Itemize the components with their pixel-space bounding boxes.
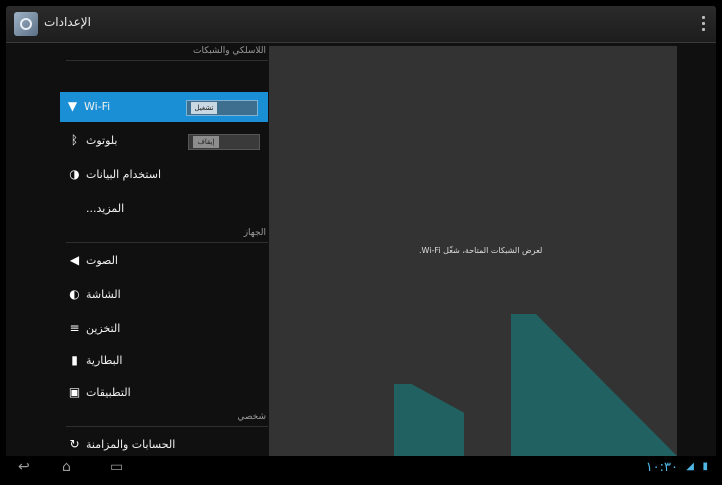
wallpaper-shape <box>511 314 677 456</box>
app-title: الإعدادات <box>44 15 91 29</box>
section-divider <box>66 60 268 61</box>
bluetooth-toggle-knob: إيقاف <box>193 136 219 148</box>
battery-icon: ▮ <box>71 353 78 367</box>
wifi-label: Wi-Fi <box>84 100 111 113</box>
section-header-personal: شخصي <box>237 412 266 422</box>
settings-list: اللاسلكي والشبكات ▼ Wi-Fi تشغيل ᛒ بلوتوث… <box>26 46 268 456</box>
battery-label: البطارية <box>86 354 123 367</box>
sound-label: الصوت <box>86 254 118 267</box>
settings-item-more[interactable]: المزيد... <box>62 194 268 224</box>
settings-app-icon[interactable] <box>14 12 38 36</box>
apps-label: التطبيقات <box>86 386 131 399</box>
display-icon: ◐ <box>69 287 80 301</box>
wifi-toggle-knob: تشغيل <box>191 102 217 114</box>
section-header-device: الجهاز <box>243 228 266 238</box>
settings-item-sound[interactable]: ◀ الصوت <box>62 246 268 276</box>
data-usage-label: استخدام البيانات <box>86 168 161 181</box>
bluetooth-toggle[interactable]: إيقاف <box>188 134 260 150</box>
sync-icon: ↻ <box>69 437 80 451</box>
back-icon[interactable]: ↩ <box>18 460 30 474</box>
signal-icon: ▮ <box>702 461 708 472</box>
storage-label: التخزين <box>86 322 121 335</box>
wifi-icon: ▼ <box>67 99 78 113</box>
detail-pane: لعرض الشبكات المتاحة، شغّل Wi-Fi. <box>269 46 677 456</box>
settings-item-battery[interactable]: ▮ البطارية <box>62 346 268 376</box>
status-clock: ١٠:٣٠ <box>645 460 678 475</box>
wifi-toggle[interactable]: تشغيل <box>186 100 258 116</box>
settings-item-bluetooth[interactable]: ᛒ بلوتوث إيقاف <box>62 126 268 156</box>
display-label: الشاشة <box>86 288 121 301</box>
wifi-off-message: لعرض الشبكات المتاحة، شغّل Wi-Fi. <box>419 246 543 255</box>
tablet-screen: الإعدادات اللاسلكي والشبكات ▼ Wi-Fi تشغي… <box>6 6 716 479</box>
accounts-sync-label: الحسابات والمزامنة <box>86 438 176 451</box>
apps-icon: ▣ <box>68 385 81 399</box>
section-divider <box>66 426 268 427</box>
overflow-menu-icon[interactable] <box>702 16 706 32</box>
settings-item-storage[interactable]: ≡ التخزين <box>62 314 268 344</box>
bluetooth-icon: ᛒ <box>70 133 79 147</box>
bluetooth-label: بلوتوث <box>86 134 118 147</box>
system-bar: ↩ ⌂ ▭ ١٠:٣٠ ◢ ▮ <box>6 456 716 479</box>
data-usage-icon: ◑ <box>69 167 80 181</box>
action-bar: الإعدادات <box>6 6 716 43</box>
section-header-wireless: اللاسلكي والشبكات <box>193 46 266 56</box>
settings-item-apps[interactable]: ▣ التطبيقات <box>62 378 268 408</box>
wallpaper-shape <box>394 384 464 456</box>
settings-item-data-usage[interactable]: ◑ استخدام البيانات <box>62 160 268 190</box>
settings-item-display[interactable]: ◐ الشاشة <box>62 280 268 310</box>
home-icon[interactable]: ⌂ <box>62 460 71 474</box>
wifi-status-icon: ◢ <box>686 461 694 472</box>
recent-apps-icon[interactable]: ▭ <box>110 460 123 474</box>
storage-icon: ≡ <box>69 321 80 335</box>
section-divider <box>66 242 268 243</box>
more-label: المزيد... <box>86 202 125 215</box>
sound-icon: ◀ <box>69 253 80 267</box>
settings-item-wifi[interactable]: ▼ Wi-Fi تشغيل <box>60 92 268 122</box>
